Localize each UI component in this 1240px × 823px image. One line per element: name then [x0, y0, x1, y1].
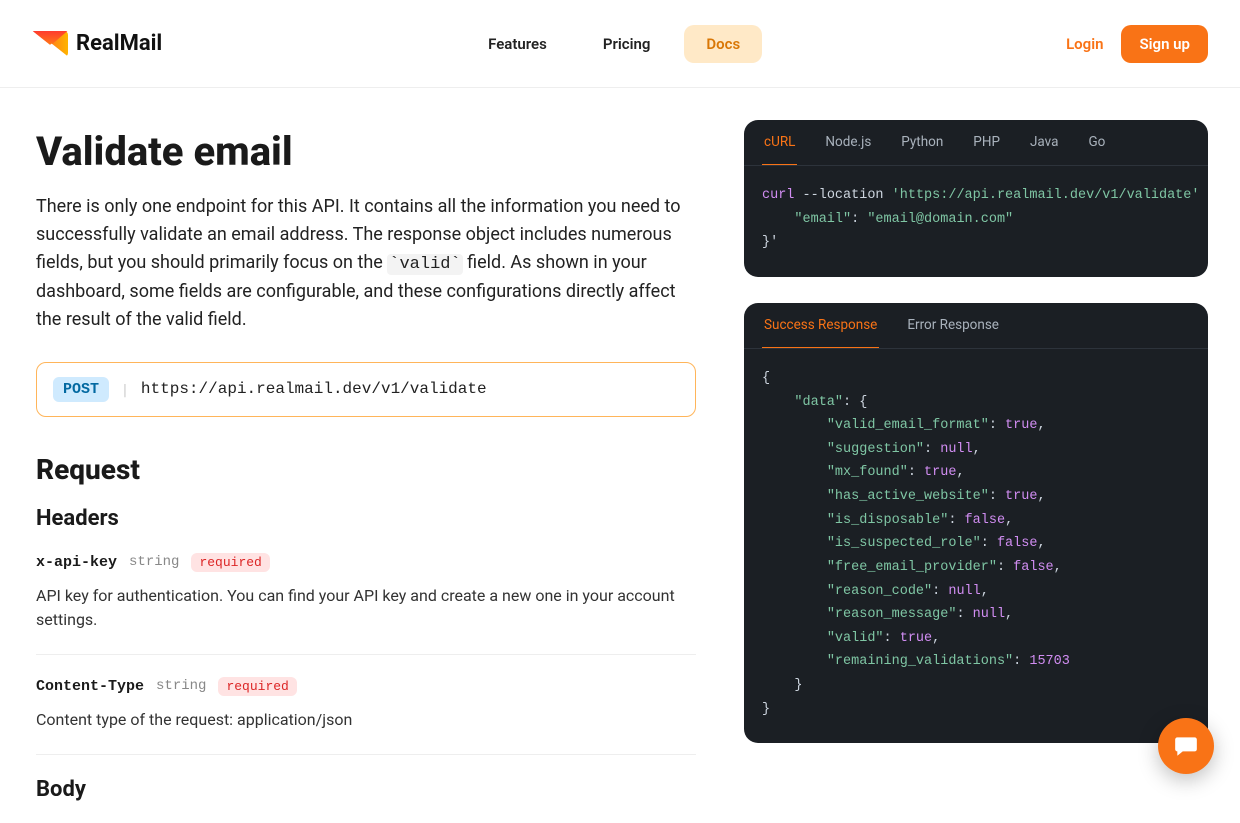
tab-java[interactable]: Java	[1028, 120, 1060, 165]
page-title: Validate email	[36, 128, 696, 175]
endpoint-box: POST | https://api.realmail.dev/v1/valid…	[36, 362, 696, 417]
code-tok-url: 'https://api.realmail.dev/v1/validate'	[892, 188, 1200, 203]
response-body: { "data": { "valid_email_format": true, …	[744, 349, 1208, 743]
intro-code-valid: `valid`	[387, 254, 462, 275]
login-link[interactable]: Login	[1066, 35, 1103, 53]
param-type: string	[156, 678, 206, 694]
param-desc: Content type of the request: application…	[36, 708, 696, 732]
tab-php[interactable]: PHP	[971, 120, 1002, 165]
auth-actions: Login Sign up	[1066, 25, 1208, 63]
body-heading: Body	[36, 777, 696, 802]
code-example-tabs: cURL Node.js Python PHP Java Go	[744, 120, 1208, 166]
logo[interactable]: RealMail	[32, 31, 162, 57]
param-name: x-api-key	[36, 554, 117, 571]
response-panel: Success Response Error Response { "data"…	[744, 303, 1208, 743]
param-type: string	[129, 554, 179, 570]
nav-docs[interactable]: Docs	[684, 25, 762, 63]
code-example-body: curl --location 'https://api.realmail.de…	[744, 166, 1208, 277]
signup-button[interactable]: Sign up	[1121, 25, 1208, 63]
response-tabs: Success Response Error Response	[744, 303, 1208, 349]
request-heading: Request	[36, 453, 696, 486]
endpoint-separator: |	[123, 380, 127, 399]
code-tok-flag: --location	[803, 188, 884, 203]
tab-curl[interactable]: cURL	[762, 120, 797, 166]
nav-pricing[interactable]: Pricing	[581, 25, 673, 63]
code-tok-cmd: curl	[762, 188, 794, 203]
endpoint-url: https://api.realmail.dev/v1/validate	[141, 380, 487, 398]
param-desc: API key for authentication. You can find…	[36, 584, 696, 632]
headers-heading: Headers	[36, 506, 696, 531]
nav-features[interactable]: Features	[466, 25, 569, 63]
chat-icon	[1173, 733, 1199, 759]
tab-success-response[interactable]: Success Response	[762, 303, 879, 349]
intro-paragraph: There is only one endpoint for this API.…	[36, 193, 696, 334]
code-tok-email-val: "email@domain.com"	[867, 212, 1013, 227]
param-x-api-key: x-api-key string required API key for au…	[36, 553, 696, 655]
tab-nodejs[interactable]: Node.js	[823, 120, 873, 165]
code-tok-close: }'	[762, 235, 778, 250]
code-tok-email-key: "email"	[794, 212, 851, 227]
main-nav: Features Pricing Docs	[162, 25, 1066, 63]
param-required-badge: required	[218, 677, 296, 696]
app-header: RealMail Features Pricing Docs Login Sig…	[0, 0, 1240, 88]
logo-text: RealMail	[76, 31, 162, 56]
tab-python[interactable]: Python	[899, 120, 945, 165]
tab-error-response[interactable]: Error Response	[905, 303, 1001, 348]
param-required-badge: required	[191, 553, 269, 572]
param-content-type: Content-Type string required Content typ…	[36, 677, 696, 755]
http-method-badge: POST	[53, 377, 109, 402]
param-name: Content-Type	[36, 678, 144, 695]
chat-button[interactable]	[1158, 718, 1214, 774]
tab-go[interactable]: Go	[1086, 120, 1107, 165]
code-example-panel: cURL Node.js Python PHP Java Go curl --l…	[744, 120, 1208, 277]
logo-icon	[32, 31, 68, 57]
